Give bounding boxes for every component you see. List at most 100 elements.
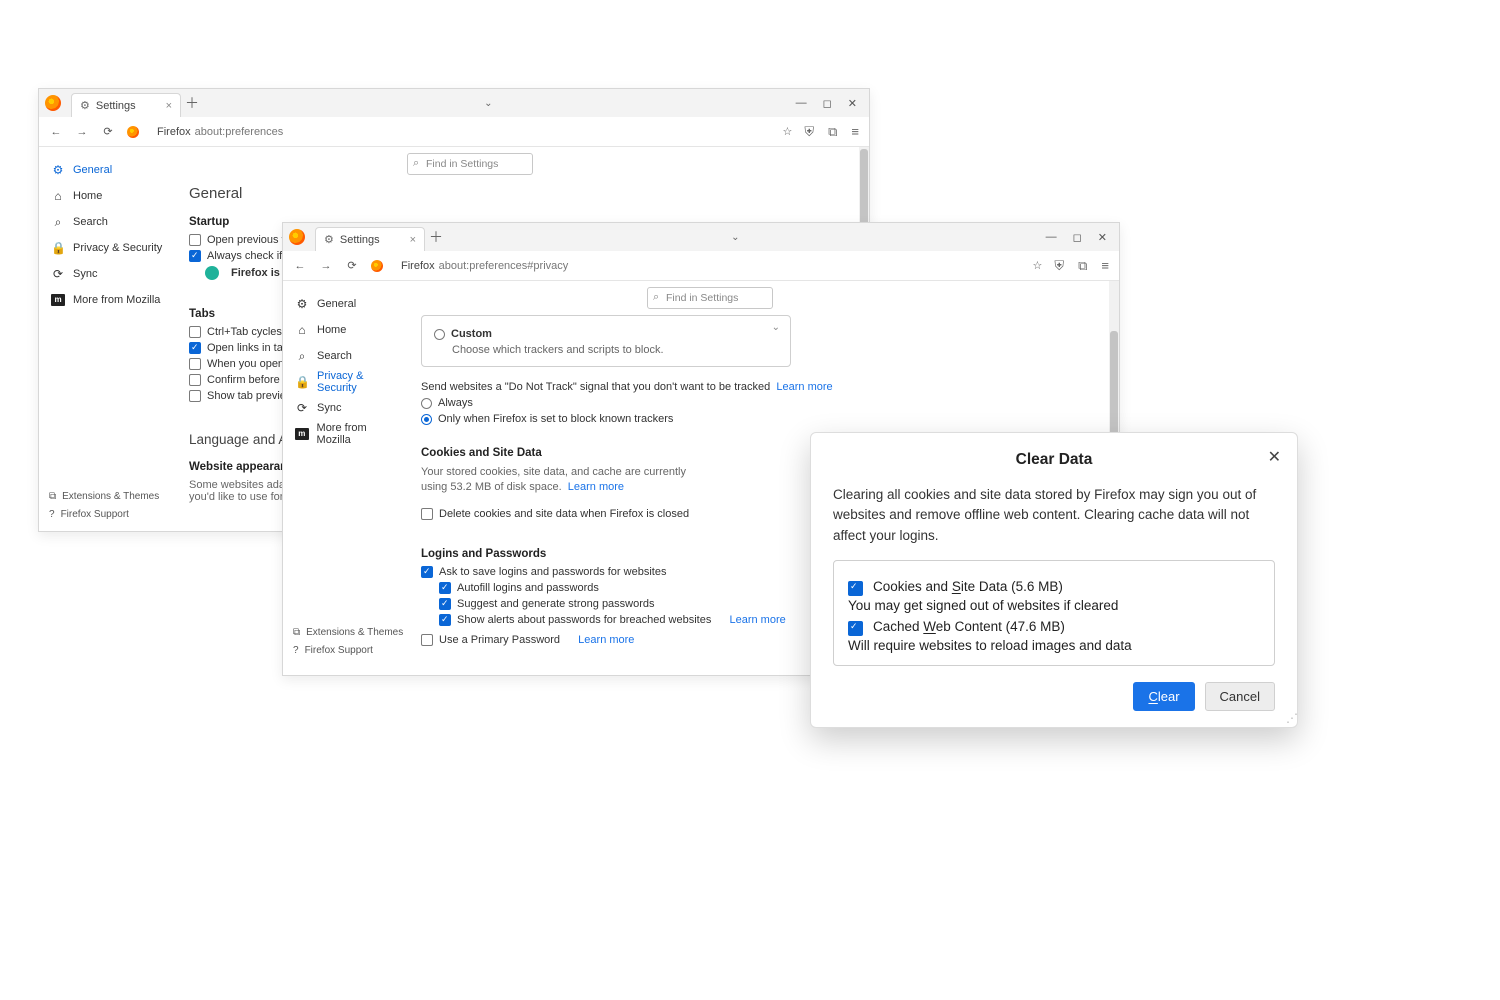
close-window-icon[interactable]: ✕ [1098, 231, 1107, 244]
close-tab-icon[interactable]: × [410, 234, 416, 246]
search-icon: ⌕ [51, 215, 65, 230]
menu-icon[interactable]: ≡ [1101, 258, 1109, 274]
opt1-sub: You may get signed out of websites if cl… [848, 598, 1118, 613]
close-window-icon[interactable]: ✕ [848, 97, 857, 110]
dnt-learn-more-link[interactable]: Learn more [776, 381, 832, 393]
tabs-dropdown-icon[interactable]: ⌄ [484, 98, 492, 109]
checkbox-icon [848, 581, 863, 596]
sidebar-item-general[interactable]: ⚙General [49, 157, 169, 183]
cached-content-checkbox[interactable]: Cached Web Content (47.6 MB) [848, 619, 1260, 636]
cancel-button[interactable]: Cancel [1205, 682, 1275, 711]
reload-icon[interactable]: ⟳ [345, 259, 359, 272]
reload-icon[interactable]: ⟳ [101, 125, 115, 138]
tab-title: Settings [340, 234, 380, 246]
lock-icon: 🔒 [295, 375, 309, 389]
puzzle-icon: ⧉ [293, 627, 300, 638]
firefox-favicon-icon [371, 260, 383, 272]
tabs-dropdown-icon[interactable]: ⌄ [731, 232, 739, 243]
extensions-themes-link[interactable]: ⧉Extensions & Themes [49, 487, 159, 505]
browser-tab[interactable]: ⚙ Settings × [315, 227, 425, 251]
sidebar-item-more[interactable]: mMore from Mozilla [49, 287, 169, 313]
url-prefix: Firefox [401, 260, 435, 272]
sidebar-item-search[interactable]: ⌕Search [293, 343, 401, 369]
checkbox-icon [189, 250, 201, 262]
sidebar-item-sync[interactable]: ⟳Sync [293, 395, 401, 421]
help-icon: ? [293, 645, 299, 656]
address-field[interactable]: Firefox about:preferences#privacy [371, 260, 1020, 272]
close-tab-icon[interactable]: × [166, 100, 172, 112]
search-icon: ⌕ [295, 349, 309, 364]
checkbox-icon [439, 598, 451, 610]
minimize-icon[interactable]: — [1046, 231, 1057, 244]
dialog-title: Clear Data [833, 451, 1275, 469]
firefox-support-link[interactable]: ?Firefox Support [49, 505, 159, 523]
url-text: about:preferences [195, 126, 284, 138]
sidebar-item-general[interactable]: ⚙General [293, 291, 401, 317]
sidebar-item-sync[interactable]: ⟳Sync [49, 261, 169, 287]
address-field[interactable]: Firefox about:preferences [127, 126, 770, 138]
radio-icon [421, 398, 432, 409]
breach-learn-more-link[interactable]: Learn more [729, 614, 785, 626]
sidebar-item-home[interactable]: ⌂Home [293, 317, 401, 343]
home-icon: ⌂ [51, 189, 65, 203]
cookies-desc: Your stored cookies, site data, and cach… [421, 465, 701, 496]
find-in-settings-input[interactable]: Find in Settings [407, 153, 533, 175]
sync-icon: ⟳ [51, 267, 65, 281]
minimize-icon[interactable]: — [796, 97, 807, 110]
clear-button[interactable]: Clear [1133, 682, 1194, 711]
checkbox-icon [421, 634, 433, 646]
checkbox-icon [421, 566, 433, 578]
back-icon[interactable]: ← [49, 126, 63, 138]
back-icon[interactable]: ← [293, 260, 307, 272]
extensions-icon[interactable]: ⧉ [1078, 258, 1087, 274]
shield-icon[interactable]: ⛨ [804, 124, 814, 140]
tabstrip: ⚙ Settings × ＋ ⌄ — ◻ ✕ [39, 89, 869, 117]
sidebar-item-privacy[interactable]: 🔒Privacy & Security [293, 369, 401, 395]
clear-data-dialog: ✕ Clear Data Clearing all cookies and si… [810, 432, 1298, 728]
mozilla-icon: m [51, 294, 65, 306]
forward-icon[interactable]: → [319, 260, 333, 272]
close-dialog-icon[interactable]: ✕ [1268, 447, 1281, 467]
find-in-settings-input[interactable]: Find in Settings [647, 287, 773, 309]
mozilla-icon: m [295, 428, 309, 440]
radio-icon [421, 414, 432, 425]
lock-icon: 🔒 [51, 241, 65, 255]
cookies-learn-more-link[interactable]: Learn more [568, 481, 624, 493]
checkbox-icon [189, 358, 201, 370]
gear-icon: ⚙ [51, 163, 65, 177]
extensions-themes-link[interactable]: ⧉Extensions & Themes [293, 623, 403, 641]
new-tab-button[interactable]: ＋ [425, 227, 447, 247]
dialog-body: Clearing all cookies and site data store… [833, 485, 1275, 546]
bookmark-icon[interactable]: ☆ [782, 125, 792, 138]
browser-tab[interactable]: ⚙ Settings × [71, 93, 181, 117]
dnt-text: Send websites a "Do Not Track" signal th… [421, 381, 1099, 393]
shield-icon[interactable]: ⛨ [1054, 258, 1064, 274]
settings-sidebar: ⚙General ⌂Home ⌕Search 🔒Privacy & Securi… [39, 147, 169, 533]
tracking-custom-card[interactable]: ⌄ Custom Choose which trackers and scrip… [421, 315, 791, 367]
custom-desc: Choose which trackers and scripts to blo… [452, 344, 778, 356]
bookmark-icon[interactable]: ☆ [1032, 259, 1042, 272]
extensions-icon[interactable]: ⧉ [828, 124, 837, 140]
home-icon: ⌂ [295, 323, 309, 337]
primary-pw-learn-more-link[interactable]: Learn more [578, 634, 634, 646]
firefox-logo-icon [45, 95, 61, 111]
scrollbar-thumb[interactable] [1110, 331, 1118, 441]
sidebar-item-search[interactable]: ⌕Search [49, 209, 169, 235]
sidebar-item-privacy[interactable]: 🔒Privacy & Security [49, 235, 169, 261]
sidebar-item-home[interactable]: ⌂Home [49, 183, 169, 209]
new-tab-button[interactable]: ＋ [181, 93, 203, 113]
dnt-always-radio[interactable]: Always [421, 397, 1099, 409]
forward-icon[interactable]: → [75, 126, 89, 138]
maximize-icon[interactable]: ◻ [823, 97, 832, 110]
checkbox-icon [421, 508, 433, 520]
menu-icon[interactable]: ≡ [851, 124, 859, 140]
help-icon: ? [49, 509, 55, 520]
sidebar-item-more[interactable]: mMore from Mozilla [293, 421, 401, 447]
checkbox-icon [189, 234, 201, 246]
resize-handle-icon[interactable]: ⋰ [1286, 711, 1295, 725]
firefox-support-link[interactable]: ?Firefox Support [293, 641, 403, 659]
dnt-only-blocking-radio[interactable]: Only when Firefox is set to block known … [421, 413, 1099, 425]
url-prefix: Firefox [157, 126, 191, 138]
maximize-icon[interactable]: ◻ [1073, 231, 1082, 244]
cookies-site-data-checkbox[interactable]: Cookies and Site Data (5.6 MB) [848, 579, 1260, 596]
